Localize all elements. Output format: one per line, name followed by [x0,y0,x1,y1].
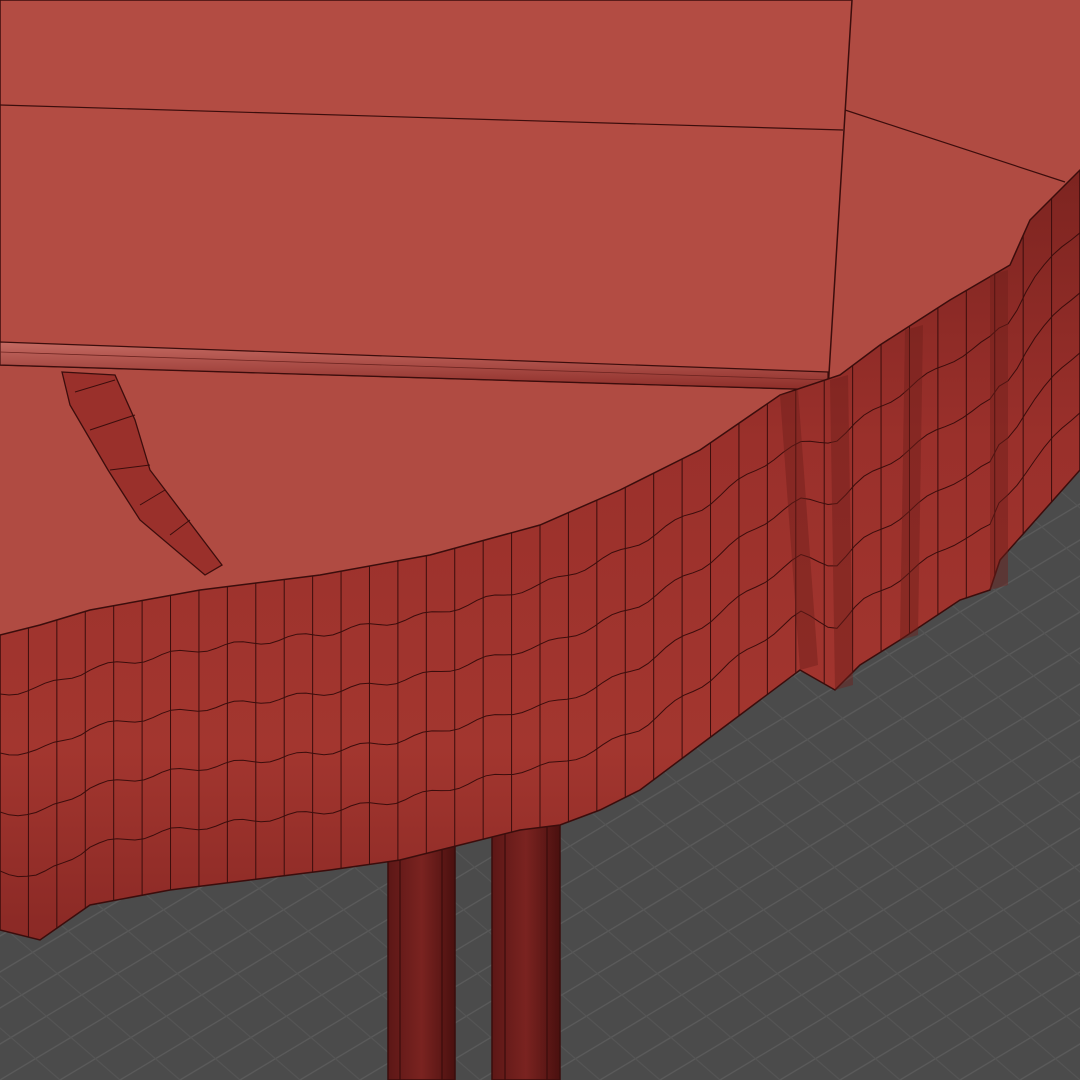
table-leg-left[interactable] [387,829,456,1080]
viewport-scene[interactable] [0,0,1080,1080]
3d-viewport[interactable] [0,0,1080,1080]
edge-shadow-strip [990,270,1008,590]
upper-box[interactable] [0,0,853,391]
table-leg-right[interactable] [491,799,561,1080]
